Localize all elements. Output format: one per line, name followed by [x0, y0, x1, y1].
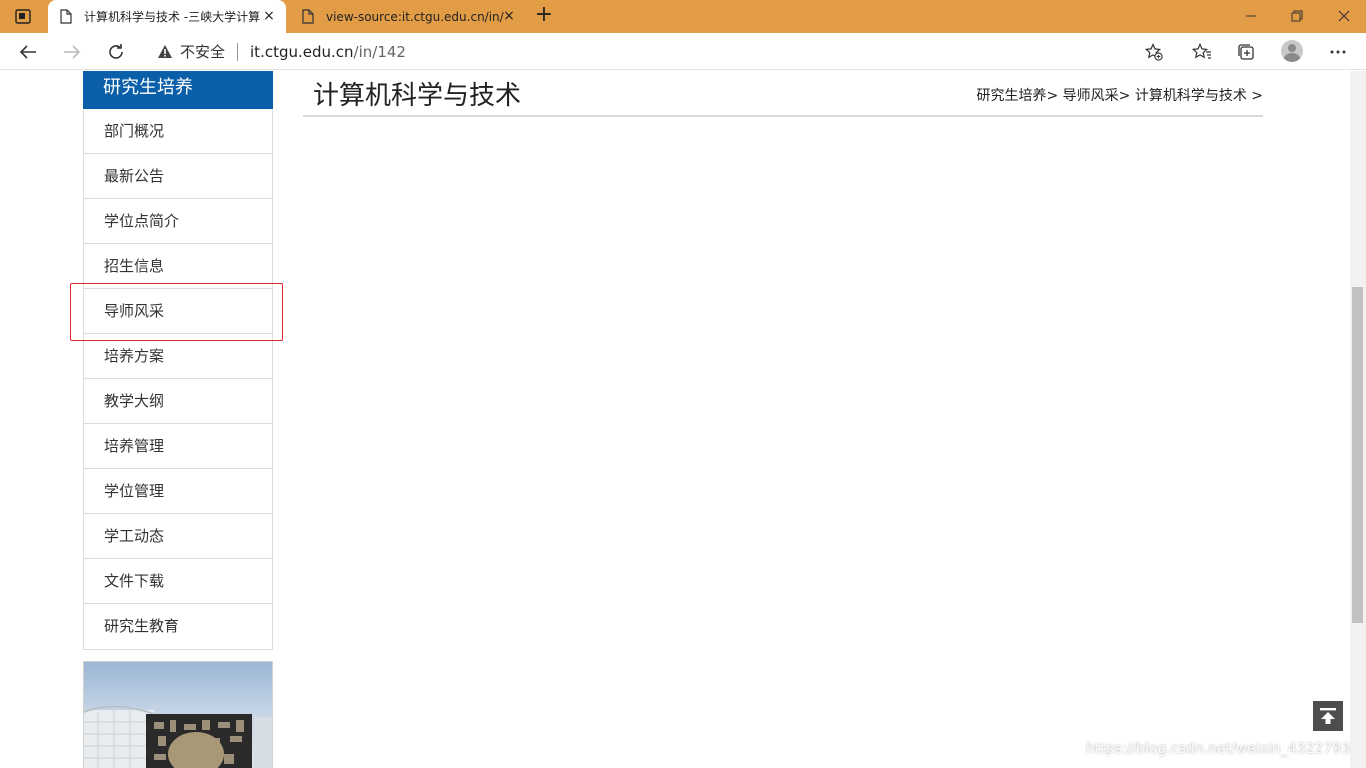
sidebar-item-degree-management[interactable]: 学位管理: [84, 469, 272, 514]
favorites-icon[interactable]: [1190, 40, 1214, 64]
tab-title: 计算机科学与技术 -三峡大学计算: [84, 10, 261, 24]
breadcrumb[interactable]: 研究生培养> 导师风采> 计算机科学与技术 >: [976, 85, 1263, 105]
close-icon[interactable]: ×: [262, 9, 276, 23]
sidebar-item-latest-notices[interactable]: 最新公告: [84, 154, 272, 199]
sidebar-item-training-management[interactable]: 培养管理: [84, 424, 272, 469]
warning-icon[interactable]: [156, 44, 174, 60]
sidebar: 研究生培养 部门概况 最新公告 学位点简介 招生信息 导师风采 培养方案 教学大…: [83, 71, 273, 650]
add-favorite-icon[interactable]: [1144, 42, 1164, 62]
address-divider: [237, 42, 239, 61]
scrollbar-thumb[interactable]: [1352, 287, 1363, 623]
tab-actions-icon[interactable]: [14, 8, 32, 25]
sidebar-menu: 部门概况 最新公告 学位点简介 招生信息 导师风采 培养方案 教学大纲 培养管理…: [83, 109, 273, 650]
collections-icon[interactable]: [1234, 40, 1258, 64]
sidebar-item-degree-program-intro[interactable]: 学位点简介: [84, 199, 272, 244]
address-bar[interactable]: 不安全 it.ctgu.edu.cn/in/142: [144, 36, 1174, 67]
sidebar-item-department-overview[interactable]: 部门概况: [84, 109, 272, 154]
sidebar-item-admissions[interactable]: 招生信息: [84, 244, 272, 289]
back-to-top-button[interactable]: [1313, 701, 1343, 731]
vertical-scrollbar[interactable]: [1350, 71, 1366, 768]
forward-arrow-icon[interactable]: [60, 40, 84, 64]
new-tab-button[interactable]: +: [532, 4, 556, 27]
tab-inactive[interactable]: view-source:it.ctgu.edu.cn/in/142 ×: [290, 0, 526, 33]
page-icon: [60, 9, 74, 25]
tab-strip: 计算机科学与技术 -三峡大学计算 × view-source:it.ctgu.e…: [0, 0, 1366, 33]
refresh-icon[interactable]: [104, 40, 128, 64]
url-path: /in/142: [353, 42, 406, 61]
close-icon[interactable]: ×: [502, 9, 516, 23]
sidebar-item-syllabus[interactable]: 教学大纲: [84, 379, 272, 424]
navigation-toolbar: 不安全 it.ctgu.edu.cn/in/142: [0, 33, 1366, 70]
minimize-icon[interactable]: [1241, 6, 1261, 26]
more-options-icon[interactable]: [1326, 40, 1350, 64]
tab-active[interactable]: 计算机科学与技术 -三峡大学计算 ×: [48, 0, 286, 33]
page-icon: [302, 9, 316, 25]
profile-avatar[interactable]: [1281, 40, 1303, 62]
url-host: it.ctgu.edu.cn: [250, 42, 354, 61]
tab-title: view-source:it.ctgu.edu.cn/in/142: [326, 9, 504, 24]
sidebar-item-student-affairs[interactable]: 学工动态: [84, 514, 272, 559]
page-content: 研究生培养 部门概况 最新公告 学位点简介 招生信息 导师风采 培养方案 教学大…: [0, 71, 1350, 768]
sidebar-heading: 研究生培养: [83, 71, 273, 109]
arrow-up-icon: [1320, 708, 1336, 724]
page-title: 计算机科学与技术: [313, 81, 522, 111]
content-header: 计算机科学与技术 研究生培养> 导师风采> 计算机科学与技术 >: [303, 71, 1263, 117]
back-arrow-icon[interactable]: [16, 40, 40, 64]
sidebar-item-downloads[interactable]: 文件下载: [84, 559, 272, 604]
sidebar-item-graduate-education[interactable]: 研究生教育: [84, 604, 272, 649]
restore-icon[interactable]: [1287, 6, 1307, 26]
campus-photo[interactable]: [83, 661, 273, 768]
watermark-text: https://blog.csdn.net/weixin_43227938: [1086, 741, 1350, 757]
sidebar-item-supervisors[interactable]: 导师风采: [84, 289, 272, 334]
window-close-icon[interactable]: [1334, 6, 1354, 26]
security-label[interactable]: 不安全: [180, 41, 225, 62]
sidebar-item-training-plan[interactable]: 培养方案: [84, 334, 272, 379]
